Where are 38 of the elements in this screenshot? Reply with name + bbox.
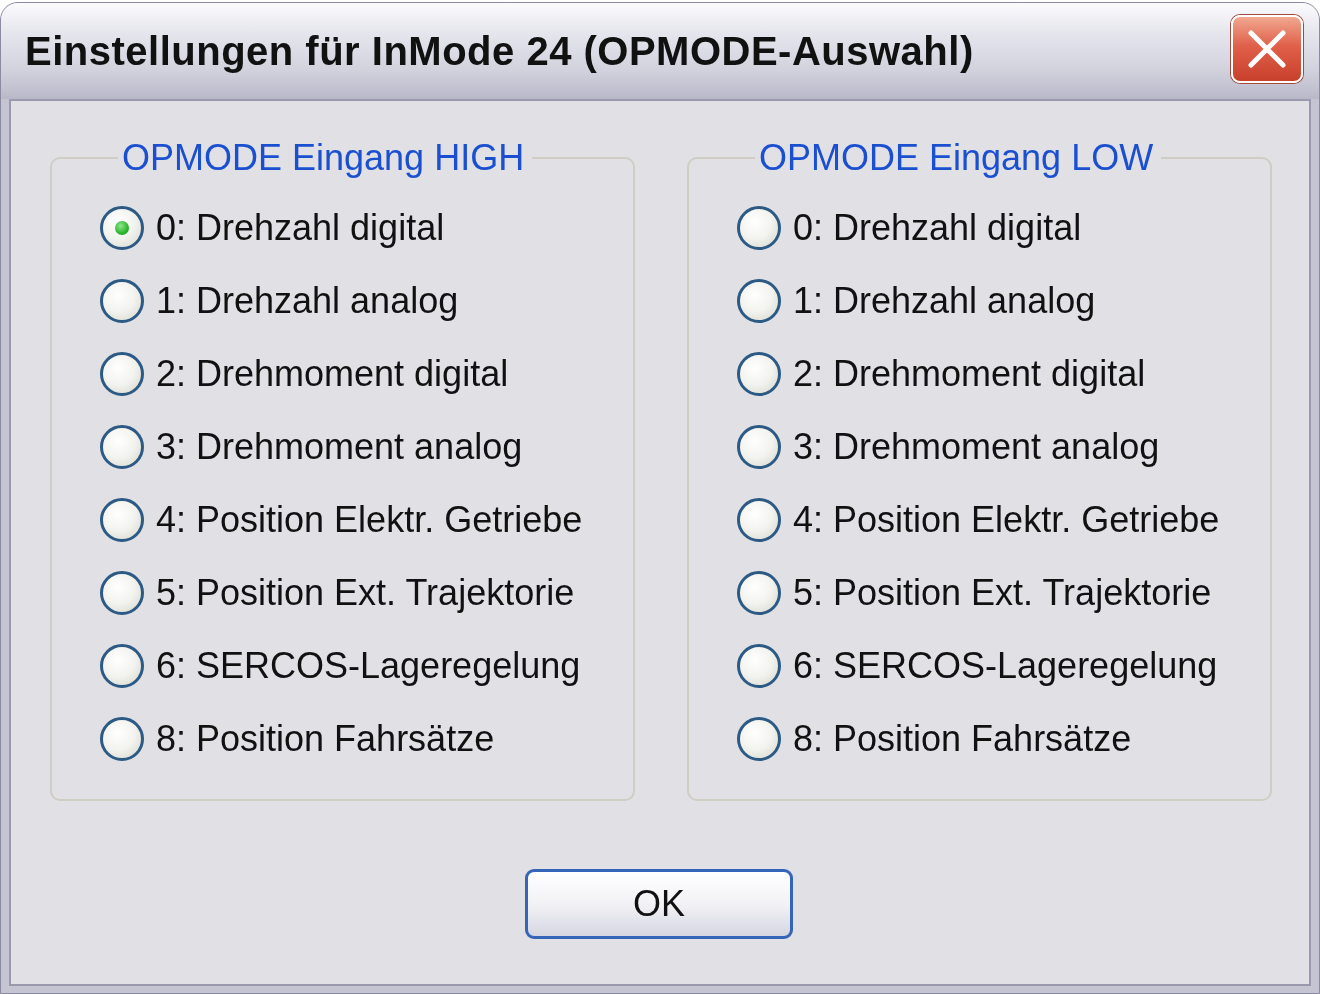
radio-button[interactable] — [100, 424, 144, 469]
option-label[interactable]: 4: Position Elektr. Getriebe — [793, 498, 1220, 541]
option-label[interactable]: 2: Drehmoment digital — [156, 352, 509, 395]
radio-button[interactable] — [737, 278, 781, 323]
option-label[interactable]: 6: SERCOS-Lageregelung — [793, 644, 1218, 687]
radio-button[interactable] — [737, 643, 781, 688]
option-label[interactable]: 1: Drehzahl analog — [793, 279, 1096, 322]
option-label[interactable]: 3: Drehmoment analog — [793, 425, 1160, 468]
option-label[interactable]: 3: Drehmoment analog — [156, 425, 523, 468]
option-label[interactable]: 4: Position Elektr. Getriebe — [156, 498, 583, 541]
option-label[interactable]: 5: Position Ext. Trajektorie — [156, 571, 575, 614]
radio-button[interactable] — [100, 497, 144, 542]
option-label[interactable]: 1: Drehzahl analog — [156, 279, 459, 322]
radio-button[interactable] — [737, 570, 781, 615]
radio-button[interactable] — [100, 570, 144, 615]
radio-button[interactable] — [100, 716, 144, 761]
radio-button[interactable] — [737, 351, 781, 396]
option-label[interactable]: 0: Drehzahl digital — [156, 206, 445, 249]
close-button[interactable] — [1231, 15, 1303, 83]
option-label[interactable]: 5: Position Ext. Trajektorie — [793, 571, 1212, 614]
radio-button[interactable] — [100, 278, 144, 323]
option-label[interactable]: 0: Drehzahl digital — [793, 206, 1082, 249]
radio-button[interactable] — [100, 643, 144, 688]
ok-button[interactable]: OK — [525, 869, 793, 939]
radio-button[interactable] — [737, 424, 781, 469]
close-icon — [1247, 29, 1287, 69]
group-title: OPMODE Eingang HIGH — [121, 137, 526, 179]
group-title: OPMODE Eingang LOW — [758, 137, 1155, 179]
radio-button[interactable] — [100, 351, 144, 396]
radio-button[interactable] — [737, 205, 781, 250]
option-label[interactable]: 8: Position Fahrsätze — [156, 717, 495, 760]
radio-button[interactable] — [737, 497, 781, 542]
radio-button[interactable] — [100, 205, 144, 250]
option-label[interactable]: 2: Drehmoment digital — [793, 352, 1146, 395]
option-label[interactable]: 6: SERCOS-Lageregelung — [156, 644, 581, 687]
window-title: Einstellungen für InMode 24 (OPMODE-Auswahl) — [25, 28, 974, 74]
radio-button[interactable] — [737, 716, 781, 761]
option-label[interactable]: 8: Position Fahrsätze — [793, 717, 1132, 760]
